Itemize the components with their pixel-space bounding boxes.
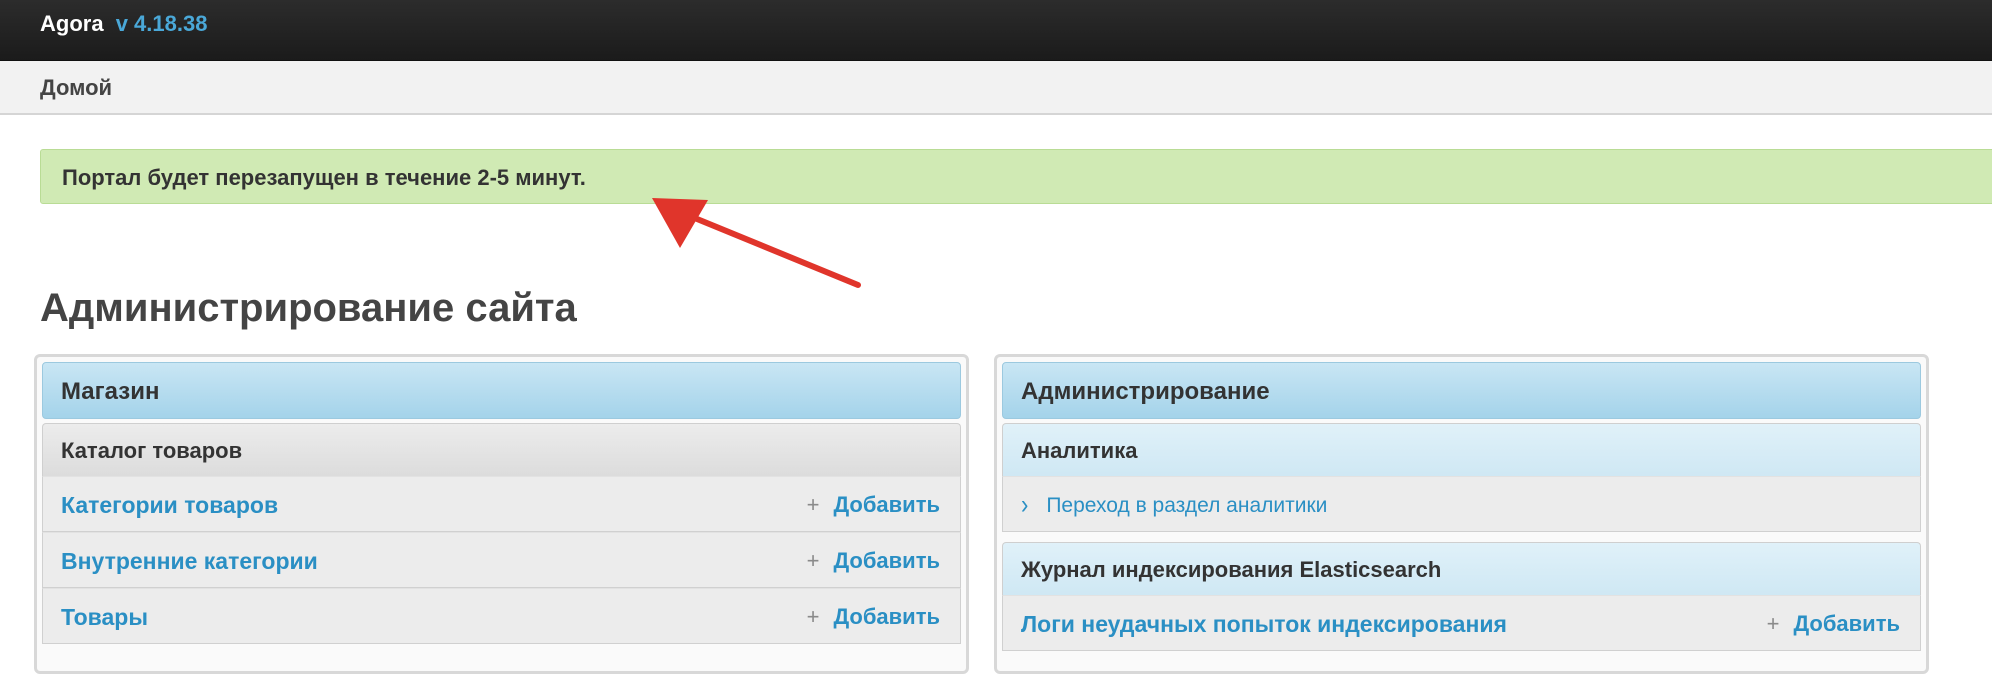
add-indexing-log-button[interactable]: + Добавить bbox=[1767, 611, 1900, 637]
group-header-elasticsearch: Журнал индексирования Elasticsearch bbox=[1002, 542, 1921, 595]
module-shop: Магазин Каталог товаров Категории товаро… bbox=[34, 354, 969, 674]
add-product-category-button[interactable]: + Добавить bbox=[807, 492, 940, 518]
breadcrumb-home-link[interactable]: Домой bbox=[40, 75, 112, 101]
add-label: Добавить bbox=[833, 604, 940, 629]
plus-icon: + bbox=[1766, 611, 1780, 636]
plus-icon: + bbox=[806, 604, 820, 629]
link-product-categories[interactable]: Категории товаров bbox=[61, 492, 278, 518]
add-label: Добавить bbox=[833, 548, 940, 573]
chevron-right-icon: › bbox=[1021, 489, 1029, 520]
link-indexing-failure-logs[interactable]: Логи неудачных попыток индексирования bbox=[1021, 611, 1507, 637]
add-internal-category-button[interactable]: + Добавить bbox=[807, 548, 940, 574]
module-administration: Администрирование Аналитика › Переход в р… bbox=[994, 354, 1929, 674]
success-message: Портал будет перезапущен в течение 2-5 м… bbox=[40, 149, 1992, 204]
breadcrumb: Домой bbox=[0, 61, 1992, 115]
add-label: Добавить bbox=[833, 492, 940, 517]
top-header: Agora v 4.18.38 bbox=[0, 0, 1992, 61]
version-label: v 4.18.38 bbox=[115, 11, 208, 36]
link-analytics[interactable]: Переход в раздел аналитики bbox=[1046, 494, 1327, 517]
brand-name[interactable]: Agora bbox=[40, 11, 104, 36]
group-header-analytics: Аналитика bbox=[1002, 423, 1921, 476]
table-row: Категории товаров + Добавить bbox=[42, 476, 961, 532]
plus-icon: + bbox=[806, 492, 820, 517]
link-products[interactable]: Товары bbox=[61, 604, 148, 630]
link-internal-categories[interactable]: Внутренние категории bbox=[61, 548, 318, 574]
group-header-catalog: Каталог товаров bbox=[42, 423, 961, 476]
module-caption-administration: Администрирование bbox=[1002, 362, 1921, 419]
table-row: Внутренние категории + Добавить bbox=[42, 532, 961, 588]
table-row: Товары + Добавить bbox=[42, 588, 961, 644]
add-product-button[interactable]: + Добавить bbox=[807, 604, 940, 630]
table-row: Логи неудачных попыток индексирования + Д… bbox=[1002, 595, 1921, 651]
module-caption-shop: Магазин bbox=[42, 362, 961, 419]
plus-icon: + bbox=[806, 548, 820, 573]
red-arrow-annotation bbox=[652, 198, 861, 288]
site-brand[interactable]: Agora v 4.18.38 bbox=[40, 11, 207, 37]
table-row: › Переход в раздел аналитики bbox=[1002, 476, 1921, 532]
page-title: Администрирование сайта bbox=[40, 286, 577, 330]
add-label: Добавить bbox=[1793, 611, 1900, 636]
